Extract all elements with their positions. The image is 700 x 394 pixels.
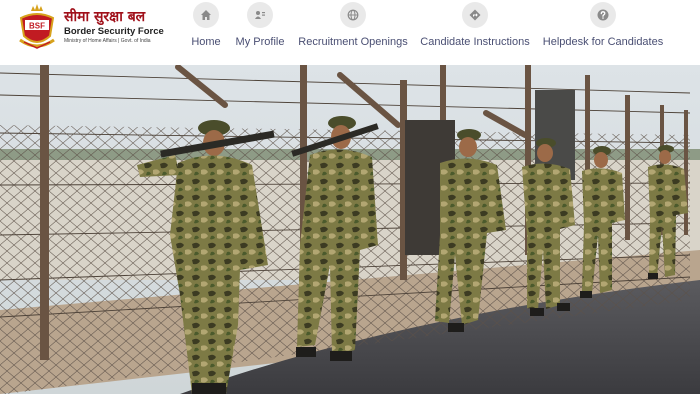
globe-icon xyxy=(340,2,366,28)
bsf-logo[interactable]: BSF सीमा सुरक्षा बल Border Security Forc… xyxy=(12,2,164,52)
emblem-text: BSF xyxy=(29,22,45,31)
brand-name-english: Border Security Force xyxy=(64,26,164,37)
nav-my-profile-label: My Profile xyxy=(235,36,285,48)
bsf-emblem-icon: BSF xyxy=(19,4,55,49)
nav-home[interactable]: Home xyxy=(188,2,224,56)
nav-candidate-instructions[interactable]: Candidate Instructions xyxy=(418,2,532,56)
brand-name-hindi: सीमा सुरक्षा बल xyxy=(64,9,146,25)
site-header: BSF सीमा सुरक्षा बल Border Security Forc… xyxy=(0,0,700,65)
nav-helpdesk-label: Helpdesk for Candidates xyxy=(542,36,664,48)
nav-candidate-instructions-label: Candidate Instructions xyxy=(420,36,530,48)
nav-home-label: Home xyxy=(191,36,221,48)
nav-recruitment-openings[interactable]: Recruitment Openings xyxy=(298,2,408,56)
directions-icon xyxy=(462,2,488,28)
user-id-icon xyxy=(247,2,273,28)
hero-banner xyxy=(0,65,700,394)
nav-my-profile[interactable]: My Profile xyxy=(234,2,286,56)
home-icon xyxy=(193,2,219,28)
question-icon xyxy=(590,2,616,28)
brand-ministry: Ministry of Home Affairs | Govt. of Indi… xyxy=(64,38,151,44)
hero-image xyxy=(0,65,700,394)
nav-recruitment-openings-label: Recruitment Openings xyxy=(298,36,408,48)
nav-helpdesk[interactable]: Helpdesk for Candidates xyxy=(542,2,664,56)
